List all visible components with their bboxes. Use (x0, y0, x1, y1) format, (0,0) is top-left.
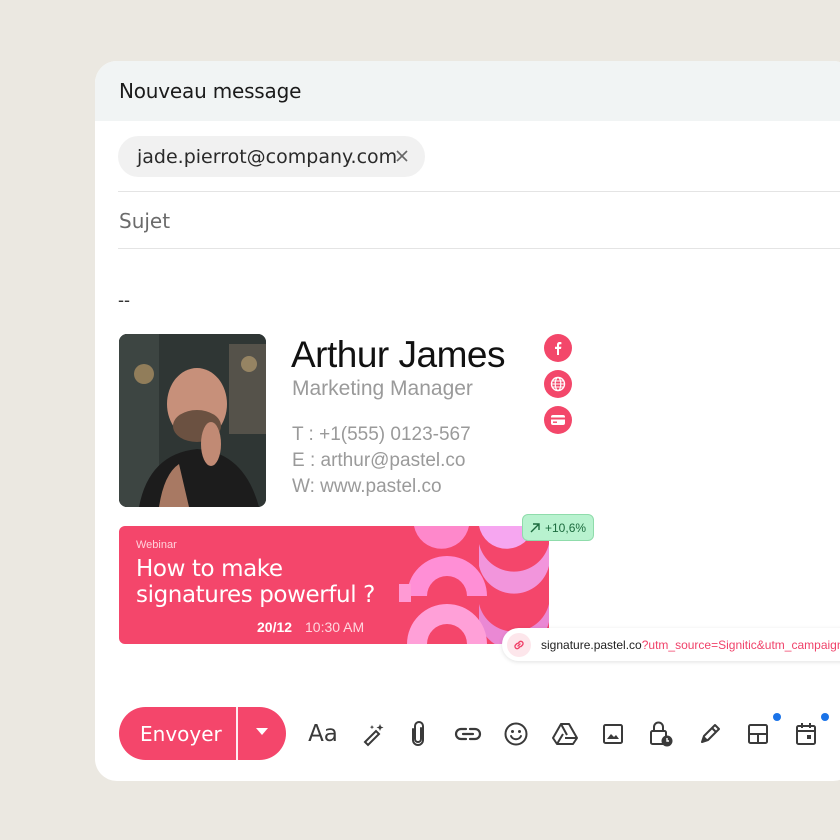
trend-up-icon (530, 522, 540, 532)
signature-photo (119, 334, 266, 507)
compose-window: Nouveau message jade.pierrot@company.com… (95, 61, 840, 781)
signature-name: Arthur James (291, 334, 506, 375)
banner-date: 20/12 (257, 619, 293, 635)
signature-phone: T : +1(555) 0123-567 (292, 424, 471, 445)
link-icon[interactable] (451, 717, 485, 751)
banner-time: 10:30 AM (305, 619, 365, 635)
facebook-icon[interactable] (544, 334, 572, 362)
banner-pattern (399, 526, 549, 644)
calendar-icon[interactable] (789, 717, 823, 751)
tracking-link-params: ?utm_source=Signitic&utm_campaign (641, 637, 840, 652)
layout-icon[interactable] (741, 717, 775, 751)
banner-headline-line-2: signatures powerful ? (136, 582, 375, 608)
compose-title-bar: Nouveau message (95, 61, 840, 121)
send-button[interactable]: Envoyer (119, 707, 286, 760)
window-title: Nouveau message (119, 79, 302, 103)
confidential-lock-icon[interactable] (644, 717, 678, 751)
image-icon[interactable] (596, 717, 630, 751)
subject-input[interactable]: Sujet (119, 209, 170, 233)
recipient-chip[interactable]: jade.pierrot@company.com (118, 136, 425, 177)
remove-recipient-icon[interactable] (393, 147, 411, 165)
send-button-label: Envoyer (140, 722, 222, 746)
globe-icon[interactable] (544, 370, 572, 398)
emoji-icon[interactable] (499, 717, 533, 751)
signature-role: Marketing Manager (292, 377, 473, 400)
tracking-link-host: signature.pastel.co (541, 637, 642, 652)
banner-headline: How to make signatures powerful ? (136, 556, 396, 608)
text-format-icon[interactable]: Aa (306, 717, 340, 751)
magic-pen-icon[interactable] (356, 717, 390, 751)
to-divider (118, 191, 840, 192)
calendar-notification-dot (821, 713, 829, 721)
signature-pen-icon[interactable] (693, 717, 727, 751)
layout-notification-dot (773, 713, 781, 721)
drive-icon[interactable] (548, 717, 582, 751)
send-button-divider (236, 707, 238, 760)
signature-website[interactable]: W: www.pastel.co (292, 476, 442, 498)
recipient-email: jade.pierrot@company.com (137, 145, 398, 168)
subject-divider (118, 248, 840, 249)
stat-badge: +10,6% (522, 514, 594, 541)
link-icon (507, 632, 531, 657)
stat-badge-label: +10,6% (545, 520, 587, 535)
send-options-chevron-down-icon[interactable] (256, 728, 268, 735)
signature-separator: -- (118, 290, 130, 310)
attach-icon[interactable] (401, 717, 435, 751)
text-format-label: Aa (308, 721, 338, 747)
webinar-banner[interactable]: Webinar How to make signatures powerful … (119, 526, 549, 644)
banner-headline-line-1: How to make (136, 556, 283, 582)
banner-tag: Webinar (136, 539, 177, 551)
card-icon[interactable] (544, 406, 572, 434)
signature-email: E : arthur@pastel.co (292, 450, 466, 471)
tracking-link-preview[interactable]: signature.pastel.co ?utm_source=Signitic&… (502, 628, 840, 661)
